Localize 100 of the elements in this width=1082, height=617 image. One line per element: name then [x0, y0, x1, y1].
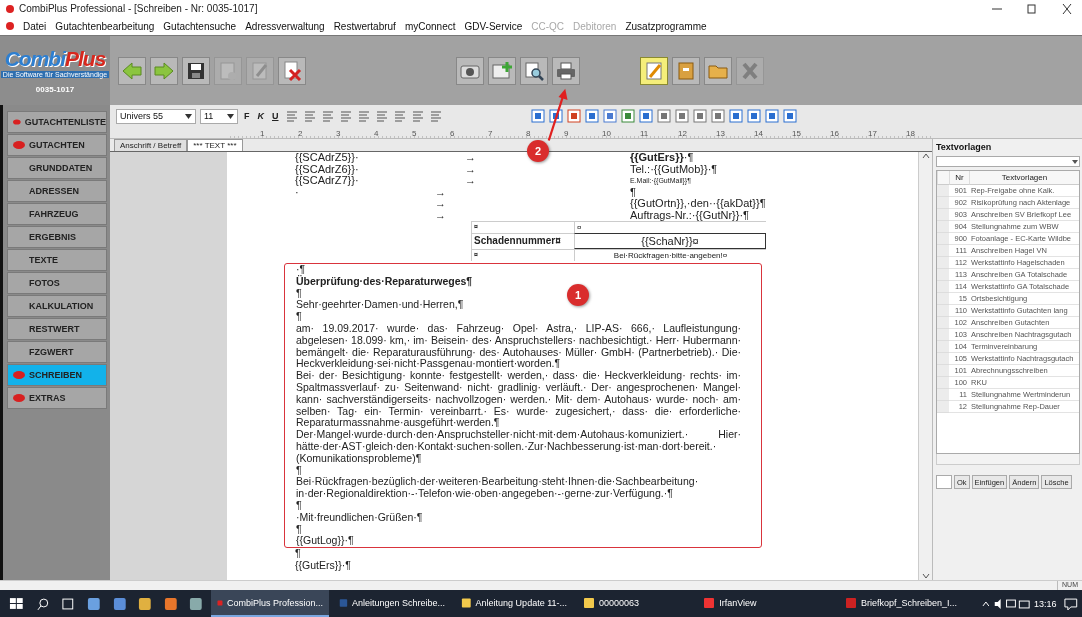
letter-line: {{GutErs}}·¶	[295, 559, 351, 572]
letter-line: ¶	[296, 523, 302, 536]
style-button[interactable]: K	[255, 111, 266, 121]
ruler: 1 2 3 4 5 6 7 8 9 10 11 12 13 14 15 16 17 18	[110, 127, 932, 139]
tab[interactable]: *** TEXT ***	[187, 139, 243, 151]
letter-line: Sehr·geehrter·Damen·und·Herren,¶	[296, 299, 464, 312]
menu-item[interactable]: Datei	[23, 20, 47, 32]
toolbar-button[interactable]	[456, 56, 484, 85]
menu-item[interactable]: myConnect	[404, 20, 456, 32]
style-button[interactable]: F	[242, 111, 252, 121]
filter-dropdown[interactable]	[936, 156, 1080, 167]
taskbar-app[interactable]: 00000063	[577, 590, 694, 617]
letter-line: ¶	[295, 548, 301, 560]
tab-arrow: →	[435, 209, 447, 221]
toolbar-icon[interactable]	[782, 109, 797, 123]
scrollbar[interactable]	[918, 152, 932, 580]
size-select[interactable]: 11	[200, 108, 238, 124]
sidebar-item[interactable]: FAHRZEUG	[7, 203, 107, 225]
letter-line: ¶	[296, 499, 302, 512]
sender-text: {{GutOrtn}},·den··{{akDat}}¶	[630, 198, 767, 210]
toolbar-icon[interactable]	[584, 109, 599, 123]
menu-item[interactable]: Gutachtenbearbeitung	[55, 20, 155, 32]
format-icon[interactable]	[410, 109, 425, 123]
menu-item[interactable]: Gutachtensuche	[163, 20, 237, 32]
scroll-up-icon[interactable]	[921, 152, 930, 160]
sidebar-item[interactable]: FZGWERT	[7, 341, 107, 363]
sidebar-item[interactable]: ERGEBNIS	[7, 226, 107, 248]
tab-arrow: →	[465, 175, 477, 187]
table-cell: Bei·Rückfragen·bitte·angeben!¤	[574, 249, 766, 261]
menu-item[interactable]: GDV-Service	[464, 20, 523, 32]
toolbar-icon[interactable]	[530, 109, 545, 123]
toolbar-button[interactable]	[520, 56, 548, 85]
toolbar-icon[interactable]	[710, 109, 725, 123]
toolbar-icon[interactable]	[674, 109, 689, 123]
column-header[interactable]: Textvorlagen	[969, 171, 1079, 185]
sidebar-item[interactable]: GUTACHTENLISTE	[7, 111, 107, 133]
sidebar-item[interactable]: KALKULATION	[7, 295, 107, 317]
menu-item[interactable]: Restwertabruf	[333, 20, 396, 32]
table-cell: ¤	[574, 221, 766, 233]
style-button[interactable]: U	[270, 111, 281, 121]
taskbar-app[interactable]: Anleitungen Schreibe...	[333, 590, 451, 617]
taskbar-app[interactable]: Anleitung Update 11-...	[455, 590, 573, 617]
taskbar-app[interactable]: Briefkopf_Schreiben_I...	[838, 590, 977, 617]
add-document-icon	[491, 59, 513, 82]
letter-line: ¶	[296, 464, 302, 477]
scroll-down-icon[interactable]	[921, 572, 930, 580]
letter-line: ·Mit·freundlichen·Grüßen·¶	[296, 511, 423, 524]
app-icon	[844, 596, 857, 609]
app-icon	[339, 596, 348, 609]
letter-line: Bei·Rückfragen·bezüglich·der·weiteren·Bearbeitung·steht·Ihnen·die·Sachbearbeitung·	[296, 476, 699, 489]
toolbar-icon[interactable]	[746, 109, 761, 123]
format-icon[interactable]	[302, 109, 317, 123]
format-icon[interactable]	[428, 109, 443, 123]
toolbar-icon[interactable]	[656, 109, 671, 123]
tab[interactable]: Anschrift / Betreff	[114, 139, 188, 151]
toolbar-icon[interactable]	[620, 109, 635, 123]
caret-icon	[227, 113, 234, 119]
taskbar-app[interactable]: CombiPlus Profession...	[211, 590, 329, 617]
letter-line: ·¶	[296, 264, 306, 276]
arrow-left-icon	[121, 59, 143, 82]
toolbar-icon[interactable]	[728, 109, 743, 123]
cabinet-icon	[675, 59, 697, 82]
scrollbar[interactable]	[936, 454, 1080, 465]
folder-icon	[583, 596, 595, 609]
sidebar-item[interactable]: TEXTE	[7, 249, 107, 271]
sidebar-item[interactable]: SCHREIBEN	[7, 364, 107, 386]
arrow-right-icon	[153, 59, 175, 82]
toolbar-button[interactable]	[182, 56, 210, 85]
toolbar-icon[interactable]	[566, 109, 581, 123]
letter-line: {{GutLog}}·¶	[296, 535, 354, 548]
sidebar-item[interactable]: GRUNDDATEN	[7, 157, 107, 179]
sidebar-item[interactable]: ADRESSEN	[7, 180, 107, 202]
menu-item[interactable]: Zusatzprogramme	[625, 20, 707, 32]
font-select[interactable]: Univers 55	[116, 108, 196, 124]
format-icon[interactable]	[392, 109, 407, 123]
menu-item[interactable]: Adressverwaltung	[245, 20, 325, 32]
letter-paragraph: Bei· der· Besichtigung· konnte· festgestellt· werden,· dass· die· Heckverkleidung· rechts· im· Spaltmassverlauf· zu· Seitenwand· nicht· gradlinig· verläuft.· Der· angesprochenen· Mangel· kann· sachverständigerseits· nachvollzogen· werden.· Mit· dem· Autohaus· wurde· noch· am· selben· Tag· ein· Termin· vereinbarrt.· Es· wurde· zugesichert,· dass· die· erforderliche· Reparaturmassnahme·ausgeführt·werden.¶	[296, 370, 741, 430]
sidebar-item[interactable]: GUTACHTEN	[7, 134, 107, 156]
toolbar-icon[interactable]	[692, 109, 707, 123]
sidebar-item[interactable]: EXTRAS	[7, 387, 107, 409]
letter-line: ¶	[296, 287, 302, 300]
tab-arrow: →	[435, 198, 447, 210]
number-input[interactable]	[936, 475, 952, 489]
format-icon[interactable]	[374, 109, 389, 123]
format-icon[interactable]	[284, 109, 299, 123]
toolbar-icon[interactable]	[764, 109, 779, 123]
sidebar-item[interactable]: FOTOS	[7, 272, 107, 294]
tab-arrow: →	[465, 163, 477, 175]
taskbar-app[interactable]: IrfanView	[697, 590, 835, 617]
toolbar-icon[interactable]	[638, 109, 653, 123]
letter-line: ¶	[296, 311, 302, 323]
format-icon[interactable]	[320, 109, 335, 123]
column-header[interactable]: Nr	[949, 171, 969, 185]
format-icon[interactable]	[338, 109, 353, 123]
toolbar-icon[interactable]	[602, 109, 617, 123]
letter-heading: Überprüfung·des·Reparaturweges¶	[296, 275, 473, 288]
toolbar-button[interactable]	[552, 56, 580, 85]
system-tray-icons[interactable]	[980, 596, 1030, 611]
sidebar-item[interactable]: RESTWERT	[7, 318, 107, 340]
format-icon[interactable]	[356, 109, 371, 123]
